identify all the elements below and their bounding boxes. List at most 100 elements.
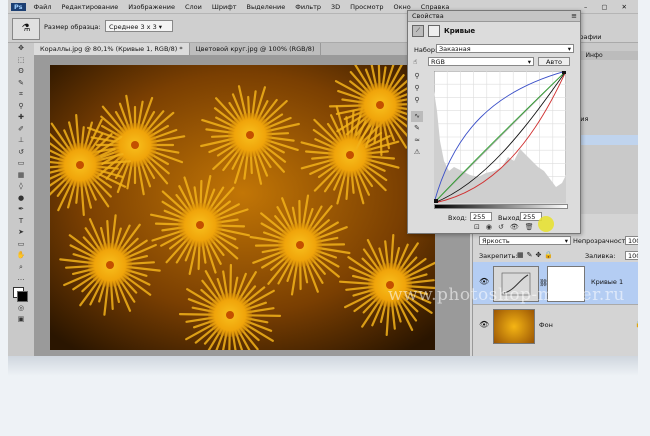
menu-file[interactable]: Файл <box>29 3 57 11</box>
eyedropper-preset-icon[interactable]: ⚗ <box>12 18 40 40</box>
lasso-tool-icon[interactable]: ʘ <box>8 66 34 78</box>
layer-row-background[interactable]: 👁 Фон 🔒 <box>473 304 638 347</box>
menu-edit[interactable]: Редактирование <box>57 3 124 11</box>
blend-mode-value: Яркость <box>482 237 510 245</box>
menu-layers[interactable]: Слои <box>180 3 207 11</box>
opacity-value: 100% <box>628 237 638 245</box>
target-adjust-icon[interactable]: ☝ <box>413 58 417 66</box>
image-canvas[interactable] <box>50 65 435 350</box>
tab-color-wheel[interactable]: Цветовой круг.jpg @ 100% (RGB/8) <box>190 43 322 55</box>
move-tool-icon[interactable]: ✥ <box>8 43 34 55</box>
document-tabs: Кораллы.jpg @ 80,1% (Кривые 1, RGB/8) * … <box>34 43 470 55</box>
mask-icon[interactable] <box>428 25 440 37</box>
curves-graph[interactable] <box>434 71 566 203</box>
properties-title: Свойства <box>412 12 444 20</box>
polyp-mouth <box>106 261 114 269</box>
polyp-mouth <box>131 141 139 149</box>
photoshop-window: Ps Файл Редактирование Изображение Слои … <box>8 0 638 356</box>
extras-icon[interactable]: … <box>8 273 34 285</box>
healing-tool-icon[interactable]: ✚ <box>8 112 34 124</box>
pen-tool-icon[interactable]: ✒ <box>8 204 34 216</box>
polyp-mouth <box>376 101 384 109</box>
ps-logo-icon: Ps <box>11 2 26 11</box>
properties-title-bar[interactable]: Свойства ≡ <box>408 11 580 22</box>
menu-view[interactable]: Просмотр <box>345 3 388 11</box>
blur-tool-icon[interactable]: ◊ <box>8 181 34 193</box>
type-tool-icon[interactable]: T <box>8 216 34 228</box>
preset-value: Заказная <box>439 45 471 53</box>
sample-size-label: Размер образца: <box>44 23 101 31</box>
menu-type[interactable]: Шрифт <box>207 3 242 11</box>
lock-icons[interactable]: ▦✎✥🔒 <box>517 251 556 259</box>
view-previous-icon[interactable]: ◉ <box>486 223 492 232</box>
color-swatch-icon[interactable] <box>8 285 34 303</box>
window-controls[interactable]: – ▢ ✕ <box>579 3 638 11</box>
zoom-tool-icon[interactable]: ⌕ <box>8 262 34 274</box>
gradient-tool-icon[interactable]: ▦ <box>8 170 34 182</box>
edit-points-icon[interactable]: ∿ <box>411 111 423 122</box>
lock-label: Закрепить: <box>479 252 518 260</box>
crop-tool-icon[interactable]: ⌗ <box>8 89 34 101</box>
opacity-input[interactable]: 100% <box>625 236 638 245</box>
shape-tool-icon[interactable]: ▭ <box>8 239 34 251</box>
menu-3d[interactable]: 3D <box>326 3 345 11</box>
tab-corals[interactable]: Кораллы.jpg @ 80,1% (Кривые 1, RGB/8) * <box>34 43 190 55</box>
draw-curve-icon[interactable]: ✎ <box>411 123 423 134</box>
tools-panel: ✥ ⬚ ʘ ✎ ⌗ ⚲ ✚ ✐ ⊥ ↺ ▭ ▦ ◊ ● ✒ T ➤ ▭ ✋ ⌕ … <box>8 43 35 356</box>
properties-panel: Свойства ≡ ⟋ Кривые Набор: Заказная ▾ ☝ R… <box>407 10 581 234</box>
reset-icon[interactable]: ↺ <box>498 223 504 232</box>
eraser-tool-icon[interactable]: ▭ <box>8 158 34 170</box>
hand-tool-icon[interactable]: ✋ <box>8 250 34 262</box>
layer-name: Фон <box>539 321 553 329</box>
path-select-tool-icon[interactable]: ➤ <box>8 227 34 239</box>
polyp-mouth <box>296 241 304 249</box>
bottom-shadow <box>8 356 638 376</box>
screen-mode-icon[interactable]: ▣ <box>8 314 34 326</box>
delete-icon[interactable]: 🗑 <box>525 223 534 232</box>
menu-image[interactable]: Изображение <box>123 3 180 11</box>
sample-black-icon[interactable]: ⚲ <box>411 71 423 82</box>
polyp-mouth <box>76 161 84 169</box>
input-gradient-bar <box>434 204 568 209</box>
menu-filter[interactable]: Фильтр <box>290 3 326 11</box>
history-brush-icon[interactable]: ↺ <box>8 147 34 159</box>
tab-info[interactable]: Инфо <box>586 51 603 60</box>
visibility-eye-icon[interactable]: 👁 <box>479 320 489 329</box>
clipping-icon[interactable]: ⚠ <box>411 147 423 158</box>
input-field[interactable]: 255 <box>470 212 492 221</box>
fill-input[interactable]: 100% <box>625 251 638 260</box>
sample-size-select[interactable]: Среднее 3 х 3 ▾ <box>105 20 173 32</box>
smooth-icon[interactable]: ≈ <box>411 135 423 146</box>
fill-label: Заливка: <box>585 252 616 260</box>
panel-menu-icon[interactable]: ≡ <box>571 11 577 21</box>
sample-size-value: Среднее 3 х 3 <box>109 23 157 31</box>
clip-to-layer-icon[interactable]: ⊡ <box>474 223 480 232</box>
channel-select[interactable]: RGB ▾ <box>428 57 534 66</box>
coral-image <box>50 65 435 350</box>
marquee-tool-icon[interactable]: ⬚ <box>8 55 34 67</box>
output-value: 255 <box>523 213 536 221</box>
opacity-label: Непрозрачность: <box>573 237 632 245</box>
blend-mode-select[interactable]: Яркость ▾ <box>479 236 571 245</box>
stamp-tool-icon[interactable]: ⊥ <box>8 135 34 147</box>
brush-tool-icon[interactable]: ✐ <box>8 124 34 136</box>
sample-white-icon[interactable]: ⚲ <box>411 95 423 106</box>
channel-value: RGB <box>431 58 446 66</box>
dodge-tool-icon[interactable]: ● <box>8 193 34 205</box>
sample-gray-icon[interactable]: ⚲ <box>411 83 423 94</box>
quick-mask-icon[interactable]: ◎ <box>8 303 34 315</box>
menu-select[interactable]: Выделение <box>242 3 291 11</box>
polyp-mouth <box>226 311 234 319</box>
auto-button[interactable]: Авто <box>538 57 570 66</box>
polyp-mouth <box>346 151 354 159</box>
visibility-icon[interactable]: 👁 <box>510 223 519 232</box>
properties-header: ⟋ Кривые <box>412 25 475 37</box>
preset-select[interactable]: Заказная ▾ <box>436 44 574 53</box>
eyedropper-tool-icon[interactable]: ⚲ <box>8 101 34 113</box>
polyp-mouth <box>196 221 204 229</box>
fill-value: 100% <box>628 252 638 260</box>
preset-label: Набор: <box>414 46 438 54</box>
quick-select-tool-icon[interactable]: ✎ <box>8 78 34 90</box>
background-thumbnail <box>493 309 535 344</box>
properties-subtitle: Кривые <box>444 27 476 35</box>
